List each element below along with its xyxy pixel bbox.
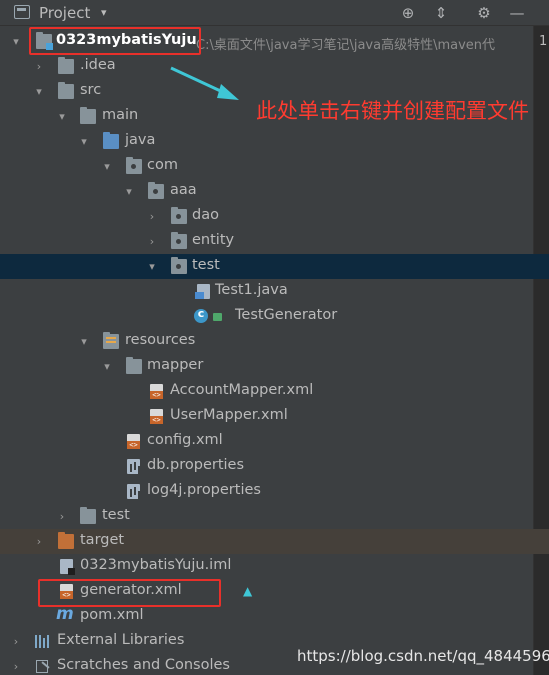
tree-item-label: UserMapper.xml: [170, 407, 288, 423]
xml-file-icon: [150, 384, 163, 399]
tree-item-label: entity: [192, 232, 235, 248]
tree-item-mapper[interactable]: ▾ mapper: [0, 354, 549, 379]
scratches-icon: [35, 659, 51, 673]
tree-item-label: resources: [125, 332, 196, 348]
root-path: C:\桌面文件\java学习笔记\java高级特性\maven代: [196, 38, 496, 53]
marker-icon: ▲: [243, 584, 253, 598]
chevron-down-icon[interactable]: ▾: [146, 260, 158, 273]
resources-folder-icon: [103, 332, 119, 349]
tree-item-accountmapper[interactable]: AccountMapper.xml: [0, 379, 549, 404]
project-toolbar: Project ▾ ⊕ ⇕ ⚙ —: [0, 0, 549, 26]
folder-icon: [80, 507, 96, 524]
tree-item-java[interactable]: ▾ java: [0, 129, 549, 154]
module-file-icon: [60, 559, 75, 575]
class-icon: [194, 307, 208, 323]
tree-item-label: log4j.properties: [147, 482, 261, 498]
tree-item-label: mapper: [147, 357, 204, 373]
tree-item-resources[interactable]: ▾ resources: [0, 329, 549, 354]
chevron-down-icon[interactable]: ▾: [101, 160, 113, 173]
tree-item-label: main: [102, 107, 139, 123]
tree-item-log4j-properties[interactable]: log4j.properties: [0, 479, 549, 504]
tree-item-pom[interactable]: m pom.xml: [0, 604, 549, 629]
tree-item-db-properties[interactable]: db.properties: [0, 454, 549, 479]
tree-item-label: 0323mybatisYuju.iml: [80, 557, 232, 573]
package-icon: [171, 257, 187, 274]
lock-icon: [213, 313, 222, 321]
package-icon: [126, 157, 142, 174]
chevron-down-icon[interactable]: ▾: [123, 185, 135, 198]
hide-icon[interactable]: —: [507, 3, 527, 23]
collapse-all-icon[interactable]: ⇕: [431, 3, 451, 23]
tree-item-test-package[interactable]: ▾ test: [0, 254, 549, 279]
tree-item-config[interactable]: config.xml: [0, 429, 549, 454]
chevron-down-icon[interactable]: ▾: [78, 135, 90, 148]
tree-item-testgenerator[interactable]: TestGenerator: [0, 304, 549, 329]
pointer-arrow-icon: [170, 66, 239, 100]
chevron-right-icon[interactable]: ›: [56, 510, 68, 523]
source-folder-icon: [103, 132, 119, 149]
package-icon: [148, 182, 164, 199]
tree-item-aaa[interactable]: ▾ aaa: [0, 179, 549, 204]
tree-item-label: java: [125, 132, 156, 148]
project-view-title[interactable]: Project: [39, 4, 90, 22]
tree-item-label: config.xml: [147, 432, 223, 448]
tree-item-test1-java[interactable]: Test1.java: [0, 279, 549, 304]
tree-item-label: target: [80, 532, 125, 548]
chevron-down-icon[interactable]: ▾: [78, 335, 90, 348]
tree-item-entity[interactable]: › entity: [0, 229, 549, 254]
package-icon: [171, 207, 187, 224]
tree-item-label: dao: [192, 207, 219, 223]
project-view-icon: [14, 5, 30, 19]
annotation-note: 此处单击右键并创建配置文件: [256, 99, 529, 123]
chevron-right-icon[interactable]: ›: [33, 60, 45, 73]
tree-item-label: com: [147, 157, 178, 173]
xml-file-icon: [150, 409, 163, 424]
highlight-box-root: [29, 27, 201, 55]
chevron-right-icon[interactable]: ›: [146, 210, 158, 223]
tree-item-label: TestGenerator: [235, 307, 338, 323]
library-icon: [35, 634, 49, 648]
chevron-down-icon[interactable]: ▾: [33, 85, 45, 98]
tree-item-label: Scratches and Consoles: [57, 657, 230, 673]
watermark: https://blog.csdn.net/qq_48445961: [297, 647, 549, 665]
tree-item-iml[interactable]: 0323mybatisYuju.iml: [0, 554, 549, 579]
chevron-down-icon[interactable]: ▾: [56, 110, 68, 123]
tree-item-dao[interactable]: › dao: [0, 204, 549, 229]
highlight-box-generator: [38, 579, 221, 607]
chevron-down-icon[interactable]: ▾: [101, 6, 107, 19]
tree-item-test-dir[interactable]: › test: [0, 504, 549, 529]
tree-item-label: pom.xml: [80, 607, 144, 623]
chevron-right-icon[interactable]: ›: [10, 660, 22, 673]
tree-item-idea[interactable]: › .idea: [0, 54, 549, 79]
xml-file-icon: [127, 434, 140, 449]
package-icon: [171, 232, 187, 249]
java-file-icon: [195, 284, 210, 299]
tree-item-label: test: [102, 507, 130, 523]
locate-icon[interactable]: ⊕: [398, 3, 418, 23]
tree-item-usermapper[interactable]: UserMapper.xml: [0, 404, 549, 429]
tree-item-label: aaa: [170, 182, 197, 198]
chevron-right-icon[interactable]: ›: [146, 235, 158, 248]
tree-item-label: .idea: [80, 57, 116, 73]
folder-icon: [58, 82, 74, 99]
tree-item-target[interactable]: › target: [0, 529, 549, 554]
tree-item-com[interactable]: ▾ com: [0, 154, 549, 179]
tree-item-label: db.properties: [147, 457, 245, 473]
tree-item-label: External Libraries: [57, 632, 185, 648]
chevron-right-icon[interactable]: ›: [33, 535, 45, 548]
tree-item-label: Test1.java: [215, 282, 288, 298]
chevron-down-icon[interactable]: ▾: [101, 360, 113, 373]
chevron-right-icon[interactable]: ›: [10, 635, 22, 648]
properties-file-icon: [127, 459, 140, 474]
tree-item-label: src: [80, 82, 102, 98]
chevron-down-icon[interactable]: ▾: [10, 35, 22, 48]
folder-icon: [126, 357, 142, 374]
tree-item-label: AccountMapper.xml: [170, 382, 314, 398]
tree-item-label: test: [192, 257, 220, 273]
folder-icon: [80, 107, 96, 124]
folder-icon: [58, 57, 74, 74]
properties-file-icon: [127, 484, 140, 499]
gear-icon[interactable]: ⚙: [474, 3, 494, 23]
excluded-folder-icon: [58, 532, 74, 549]
